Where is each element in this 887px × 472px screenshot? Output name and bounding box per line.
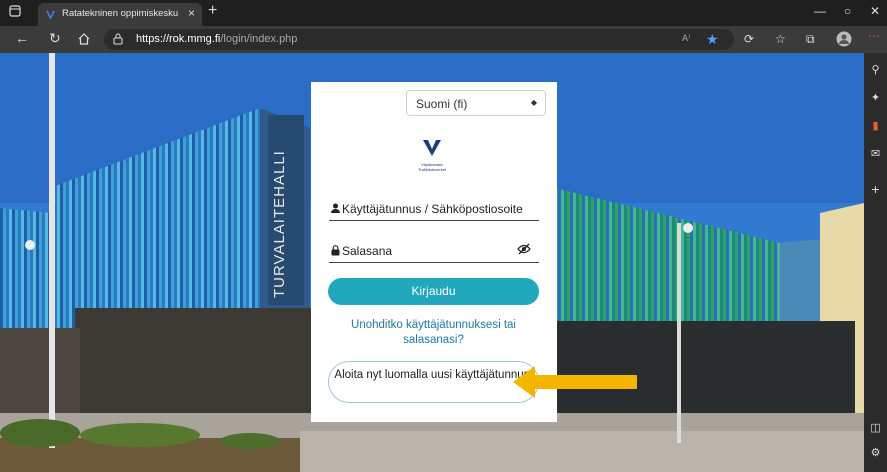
language-select[interactable]: Suomi (fi) ◆ bbox=[406, 90, 546, 116]
profile-icon[interactable] bbox=[836, 31, 852, 47]
site-favicon-icon bbox=[46, 10, 55, 19]
address-bar: ← ↻ https://rok.mmg.fi/login/index.php A… bbox=[0, 26, 887, 53]
browser-tab-icon[interactable] bbox=[9, 5, 21, 17]
language-value: Suomi (fi) bbox=[416, 97, 468, 111]
sidebar-toggle-icon[interactable]: ◫ bbox=[869, 421, 882, 434]
add-sidebar-icon[interactable]: + bbox=[869, 181, 882, 197]
back-icon[interactable]: ← bbox=[15, 30, 29, 46]
forgot-credentials-link[interactable]: Unohditko käyttäjätunnuksesi tai salasan… bbox=[336, 318, 531, 348]
read-aloud-icon[interactable]: A⁾ bbox=[682, 33, 690, 44]
collections-icon[interactable]: ⧉ bbox=[806, 32, 815, 47]
logo-mark-icon bbox=[423, 140, 441, 156]
login-button-label: Kirjaudu bbox=[411, 284, 456, 298]
new-tab-button[interactable]: + bbox=[208, 2, 217, 20]
active-tab[interactable]: Ratatekninen oppimiskeskus: Kir × bbox=[38, 3, 202, 26]
search-icon[interactable]: ⚲ bbox=[869, 63, 882, 76]
refresh-icon[interactable]: ↻ bbox=[49, 30, 61, 47]
minimize-button[interactable]: — bbox=[814, 4, 826, 18]
browser-essentials-icon[interactable]: ⟳ bbox=[744, 32, 754, 46]
tab-close-button[interactable]: × bbox=[188, 6, 195, 20]
eye-slash-icon[interactable] bbox=[517, 243, 531, 255]
tab-title: Ratatekninen oppimiskeskus: Kir bbox=[62, 8, 178, 19]
arrow-icon bbox=[513, 366, 637, 398]
create-account-button[interactable]: Aloita nyt luomalla uusi käyttäjätunnus! bbox=[328, 361, 539, 403]
maximize-button[interactable]: ○ bbox=[844, 4, 851, 18]
username-placeholder: Käyttäjätunnus / Sähköpostiosoite bbox=[342, 202, 523, 216]
home-icon[interactable] bbox=[78, 33, 90, 45]
username-field[interactable]: Käyttäjätunnus / Sähköpostiosoite bbox=[329, 198, 539, 221]
create-account-label: Aloita nyt luomalla uusi käyttäjätunnus! bbox=[334, 369, 533, 381]
chevron-down-icon: ◆ bbox=[530, 98, 537, 107]
password-lock-icon bbox=[331, 245, 340, 256]
outlook-icon[interactable]: ✉ bbox=[869, 147, 882, 160]
password-field[interactable]: Salasana bbox=[329, 240, 539, 263]
favorites-bar-icon[interactable]: ☆ bbox=[775, 32, 786, 46]
settings-icon[interactable]: ⚙ bbox=[869, 446, 882, 459]
more-icon[interactable]: ⋯ bbox=[868, 29, 880, 43]
user-icon bbox=[331, 203, 340, 213]
office-icon[interactable]: ▮ bbox=[869, 119, 882, 132]
url-text[interactable]: https://rok.mmg.fi/login/index.php bbox=[136, 33, 297, 45]
vaylavirasto-logo: Väylävirasto Trafikledsverket bbox=[409, 139, 455, 179]
logo-text-sv: Trafikledsverket bbox=[417, 167, 447, 172]
edge-sidebar: ⚲ ✦ ▮ ✉ + ◫ ⚙ bbox=[864, 53, 887, 472]
favorite-icon[interactable]: ★ bbox=[706, 31, 719, 48]
tab-bar: Ratatekninen oppimiskeskus: Kir × + — ○ … bbox=[0, 0, 887, 26]
url-field[interactable]: https://rok.mmg.fi/login/index.php A⁾ ★ bbox=[104, 29, 734, 50]
building-sign: TURVALAITEHALLI bbox=[271, 150, 288, 298]
password-placeholder: Salasana bbox=[342, 244, 393, 258]
close-window-button[interactable]: ✕ bbox=[870, 4, 880, 18]
lock-icon[interactable] bbox=[113, 33, 123, 45]
discover-icon[interactable]: ✦ bbox=[869, 91, 882, 104]
login-button[interactable]: Kirjaudu bbox=[328, 278, 539, 305]
